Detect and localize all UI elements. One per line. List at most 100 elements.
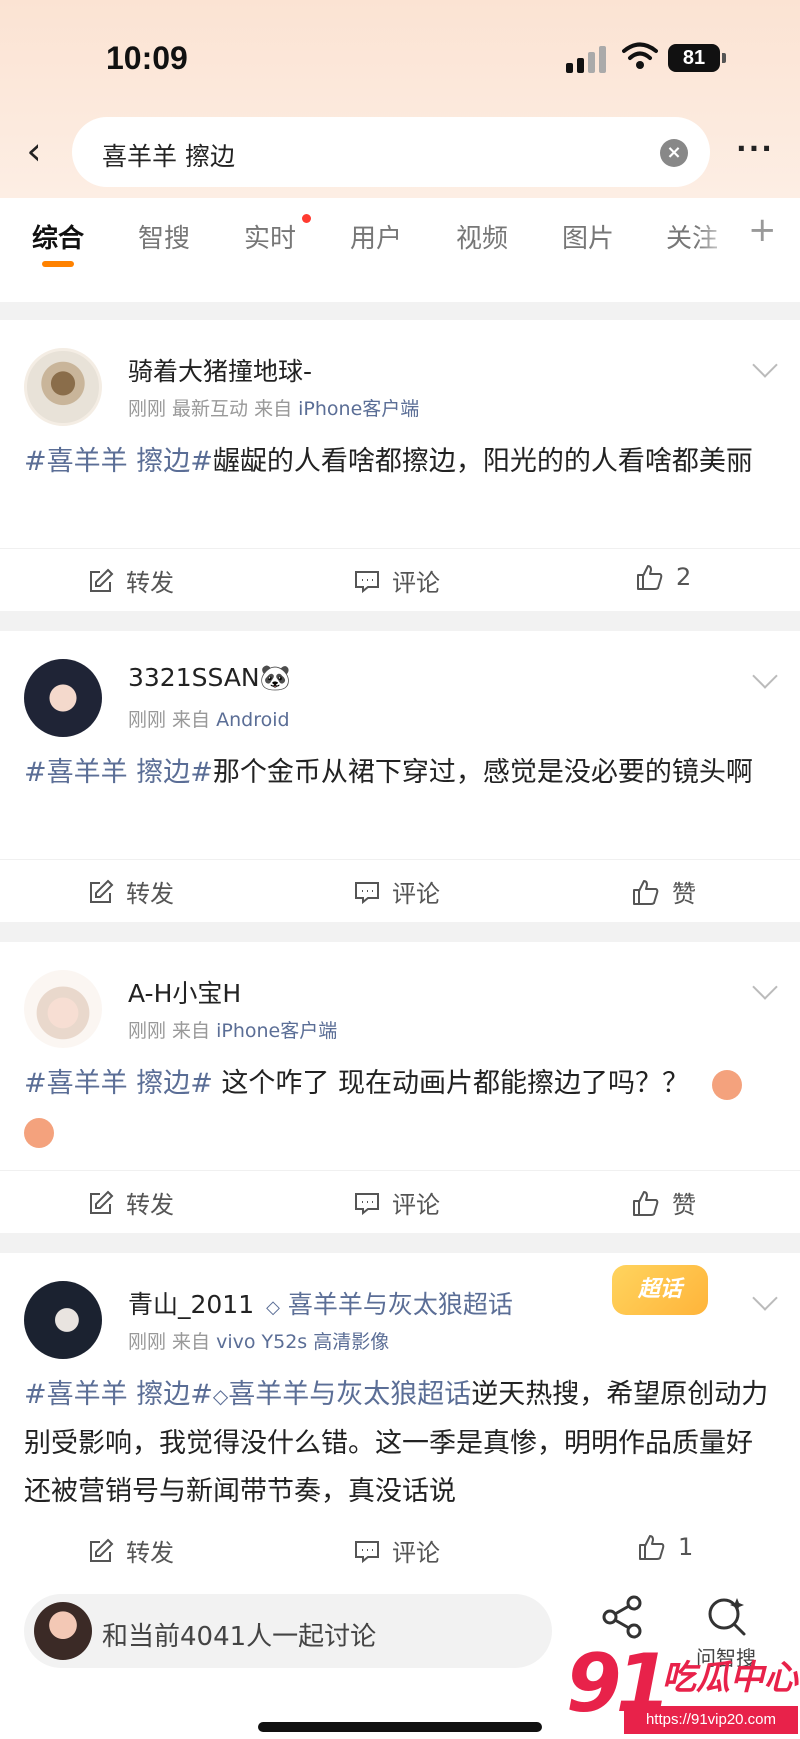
- like-button[interactable]: 2: [636, 563, 691, 591]
- comment-label: 评论: [392, 1539, 440, 1567]
- like-button[interactable]: 赞: [632, 1185, 696, 1220]
- post-meta: 刚刚 来自 Android: [128, 705, 290, 732]
- emoji-icon: [711, 1069, 742, 1100]
- avatar[interactable]: [24, 348, 102, 426]
- tab-videos[interactable]: 视频: [456, 218, 508, 255]
- post-time: 刚刚 来自: [128, 709, 211, 731]
- avatar[interactable]: [24, 659, 102, 737]
- comment-icon: [355, 1192, 379, 1215]
- avatar[interactable]: [24, 1281, 102, 1359]
- post-text: #喜羊羊 擦边#龌龊的人看啥都擦边，阳光的的人看啥都美丽: [24, 438, 776, 486]
- supertopic-icon: ◇: [212, 1384, 229, 1408]
- post-source[interactable]: iPhone客户端: [298, 398, 419, 420]
- comment-button[interactable]: 评论: [354, 1185, 440, 1220]
- smart-search-icon: [708, 1598, 746, 1636]
- post-card: A-H小宝H 刚刚 来自 iPhone客户端 #喜羊羊 擦边# 这个咋了 现在动…: [0, 942, 800, 1233]
- supertopic-link[interactable]: 喜羊羊与灰太狼超话: [288, 1290, 513, 1319]
- username[interactable]: A-H小宝H: [128, 974, 241, 1010]
- comment-icon: [355, 881, 379, 904]
- post-source[interactable]: vivo Y52s 高清影像: [216, 1331, 389, 1353]
- username[interactable]: 骑着大猪撞地球-: [128, 352, 312, 388]
- repost-button[interactable]: 转发: [88, 563, 174, 598]
- username-row: 青山_2011 ◇ 喜羊羊与灰太狼超话: [128, 1285, 513, 1321]
- search-query: 喜羊羊 擦边: [102, 142, 235, 171]
- hashtag-link[interactable]: #喜羊羊 擦边#: [24, 1379, 213, 1410]
- tab-smart-search[interactable]: 智搜: [138, 218, 190, 255]
- hashtag-link[interactable]: #喜羊羊 擦边#: [24, 1068, 213, 1099]
- username[interactable]: 3321SSAN🐼: [128, 663, 291, 693]
- comment-label: 评论: [392, 1191, 440, 1219]
- post-card: 青山_2011 ◇ 喜羊羊与灰太狼超话 刚刚 来自 vivo Y52s 高清影像…: [0, 1253, 800, 1582]
- chevron-down-icon[interactable]: [752, 974, 778, 1000]
- like-button[interactable]: 1: [638, 1533, 693, 1561]
- like-count: 1: [678, 1533, 694, 1561]
- add-tab-icon[interactable]: +: [748, 210, 777, 250]
- repost-label: 转发: [126, 880, 174, 908]
- repost-label: 转发: [126, 1539, 174, 1567]
- post-time: 刚刚 来自: [128, 1020, 211, 1042]
- repost-button[interactable]: 转发: [88, 1533, 174, 1568]
- clear-search-icon[interactable]: ×: [660, 139, 688, 167]
- post-body: 那个金币从裙下穿过，感觉是没必要的镜头啊: [212, 757, 753, 788]
- post-actions: 转发 评论 赞: [0, 1170, 800, 1230]
- post-actions: 转发 评论 1: [0, 1519, 800, 1579]
- tab-fade: [696, 198, 742, 272]
- comment-button[interactable]: 评论: [354, 1533, 440, 1568]
- comment-icon: [355, 570, 379, 593]
- supertopic-link[interactable]: 喜羊羊与灰太狼超话: [228, 1379, 471, 1410]
- comment-label: 评论: [392, 880, 440, 908]
- post-source[interactable]: iPhone客户端: [216, 1020, 337, 1042]
- thumbs-up-icon: [639, 1535, 665, 1560]
- back-button[interactable]: ‹: [14, 125, 54, 177]
- like-button[interactable]: 赞: [632, 874, 696, 909]
- chevron-down-icon[interactable]: [752, 663, 778, 689]
- post-meta: 刚刚 最新互动 来自 iPhone客户端: [128, 394, 419, 421]
- username[interactable]: 青山_2011: [128, 1290, 254, 1319]
- comment-button[interactable]: 评论: [354, 563, 440, 598]
- new-dot-badge: [302, 214, 311, 223]
- post-meta: 刚刚 来自 vivo Y52s 高清影像: [128, 1327, 389, 1354]
- home-indicator[interactable]: [258, 1722, 542, 1732]
- watermark-title: 吃瓜中心: [662, 1658, 798, 1698]
- repost-button[interactable]: 转发: [88, 874, 174, 909]
- top-header: 10:09 81 ‹ 喜羊羊 擦边 × ···: [0, 0, 800, 198]
- post-actions: 转发 评论 赞: [0, 859, 800, 919]
- search-tabs: 综合 智搜 实时 用户 视频 图片 关注 +: [0, 198, 800, 272]
- tab-images[interactable]: 图片: [562, 218, 614, 255]
- watermark-url: https://91vip20.com: [624, 1706, 798, 1734]
- chevron-down-icon[interactable]: [752, 1285, 778, 1311]
- discuss-input[interactable]: 和当前4041人一起讨论: [24, 1594, 552, 1668]
- battery-indicator: 81: [668, 44, 726, 72]
- post-time: 刚刚 来自: [128, 1331, 211, 1353]
- post-card: 骑着大猪撞地球- 刚刚 最新互动 来自 iPhone客户端 #喜羊羊 擦边#龌龊…: [0, 320, 800, 611]
- tab-users[interactable]: 用户: [350, 218, 402, 255]
- post-body: 这个咋了 现在动画片都能擦边了吗？？: [212, 1068, 690, 1099]
- thumbs-up-icon: [633, 879, 659, 905]
- hashtag-link[interactable]: #喜羊羊 擦边#: [24, 446, 213, 477]
- post-text: #喜羊羊 擦边#◇喜羊羊与灰太狼超话逆天热搜，希望原创动力别受影响，我觉得没什么…: [24, 1371, 776, 1516]
- search-input[interactable]: 喜羊羊 擦边 ×: [72, 117, 710, 187]
- post-actions: 转发 评论 2: [0, 548, 800, 608]
- post-source[interactable]: Android: [216, 709, 289, 731]
- wifi-icon: [622, 42, 658, 69]
- tab-comprehensive[interactable]: 综合: [32, 218, 84, 255]
- comment-button[interactable]: 评论: [354, 874, 440, 909]
- post-time: 刚刚 最新互动 来自: [128, 398, 293, 420]
- tab-realtime[interactable]: 实时: [244, 218, 296, 255]
- watermark: 91 吃瓜中心 https://91vip20.com: [566, 1640, 800, 1739]
- like-label: 赞: [672, 880, 696, 908]
- more-options-icon[interactable]: ···: [730, 129, 780, 173]
- repost-icon: [90, 568, 114, 592]
- comment-label: 评论: [392, 569, 440, 597]
- hashtag-link[interactable]: #喜羊羊 擦边#: [24, 757, 213, 788]
- repost-button[interactable]: 转发: [88, 1185, 174, 1220]
- avatar[interactable]: [24, 970, 102, 1048]
- supertopic-badge[interactable]: 超话: [612, 1265, 708, 1315]
- share-icon: [602, 1595, 642, 1639]
- chevron-down-icon[interactable]: [752, 352, 778, 378]
- post-text: #喜羊羊 擦边# 这个咋了 现在动画片都能擦边了吗？？: [24, 1060, 776, 1156]
- signal-icon: [566, 45, 608, 73]
- thumbs-up-icon: [637, 565, 663, 590]
- repost-icon: [90, 879, 114, 903]
- repost-label: 转发: [126, 569, 174, 597]
